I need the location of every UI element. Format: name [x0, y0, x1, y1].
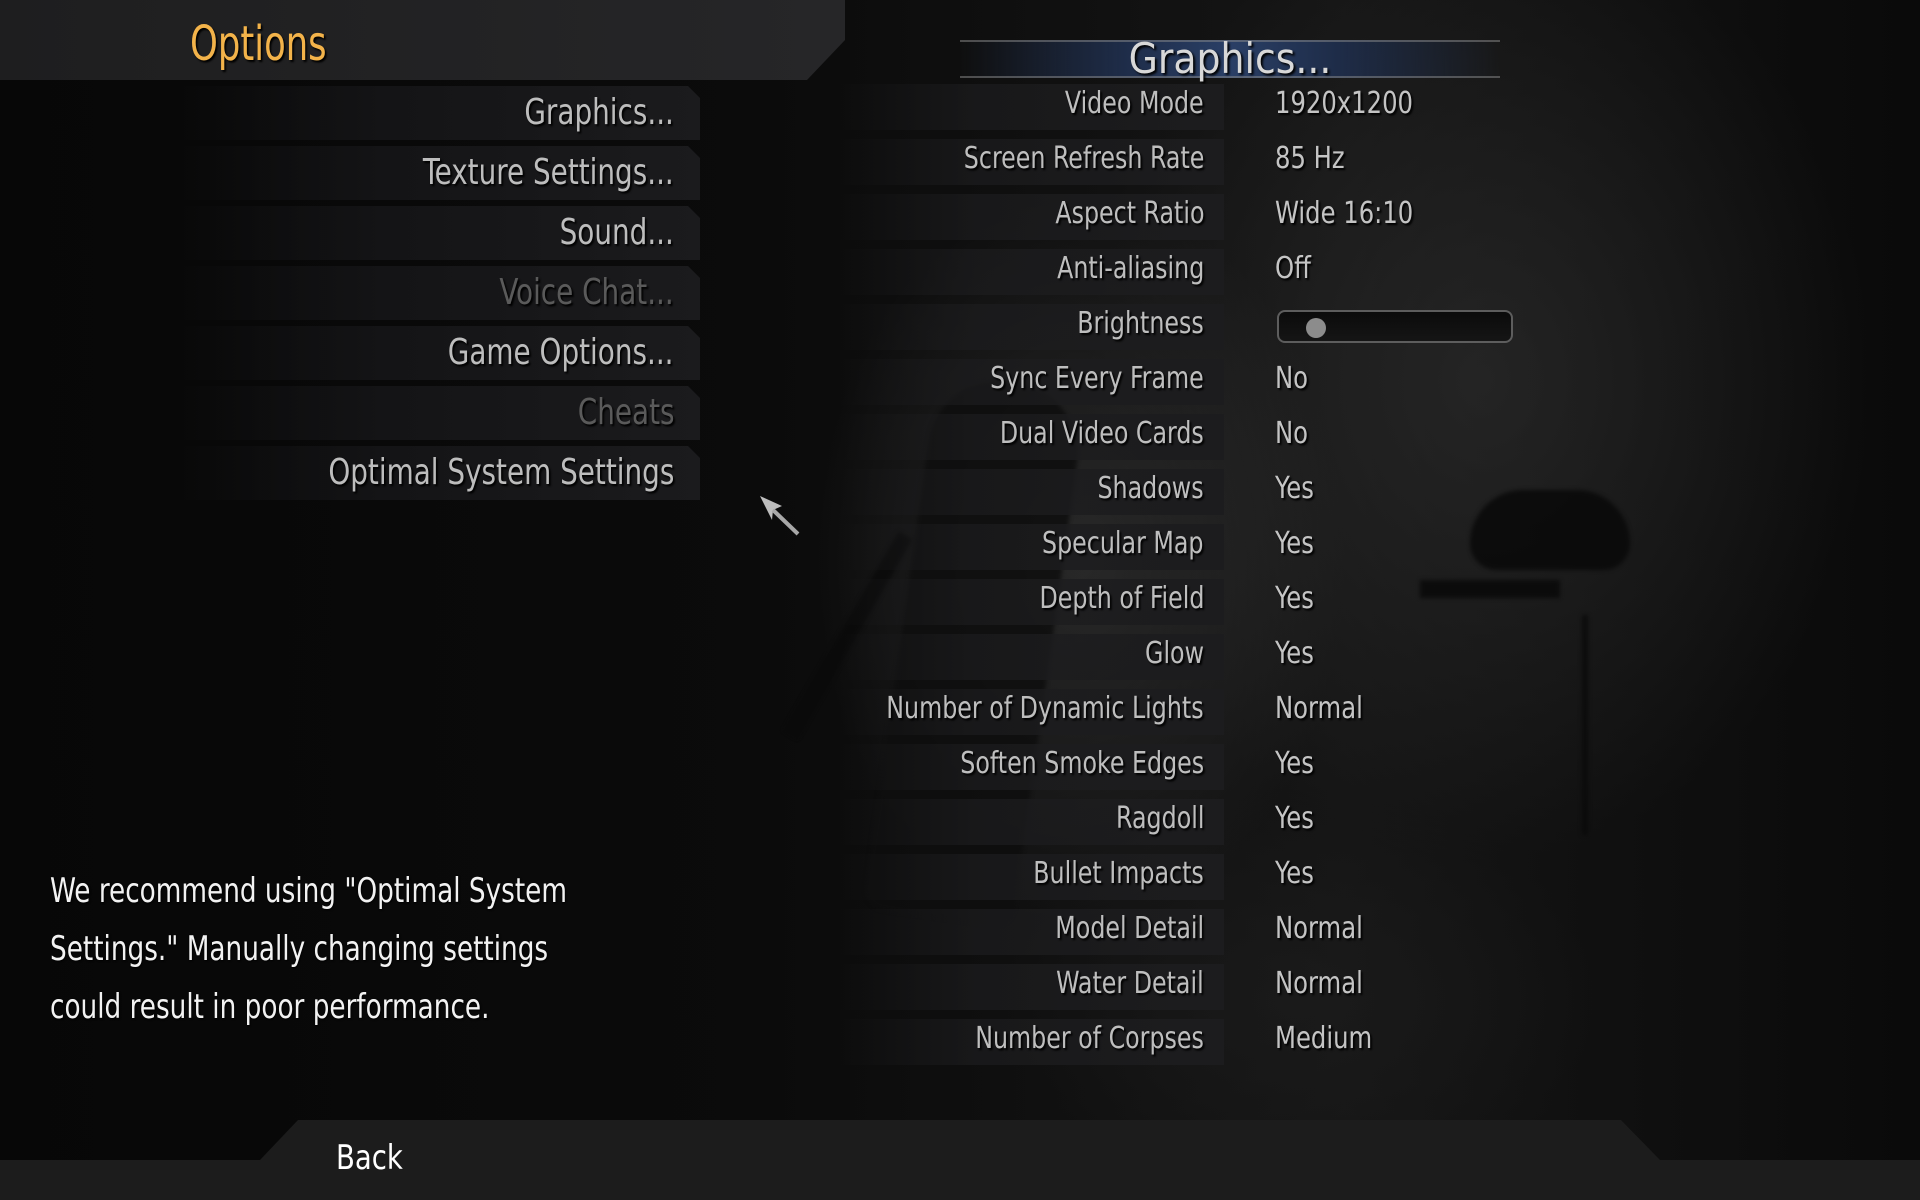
- setting-value[interactable]: Medium: [1275, 1021, 1372, 1056]
- setting-row-sync-every-frame[interactable]: Sync Every Frame No: [0, 355, 1920, 410]
- setting-row-number-of-dynamic-lights[interactable]: Number of Dynamic Lights Normal: [0, 685, 1920, 740]
- setting-label: Depth of Field: [1039, 581, 1204, 616]
- setting-value[interactable]: Normal: [1275, 691, 1363, 726]
- header-panel: [0, 0, 845, 80]
- setting-row-depth-of-field[interactable]: Depth of Field Yes: [0, 575, 1920, 630]
- setting-value[interactable]: Off: [1275, 251, 1311, 286]
- setting-row-video-mode[interactable]: Video Mode 1920x1200: [0, 80, 1920, 135]
- setting-label: Water Detail: [1056, 966, 1204, 1001]
- back-button[interactable]: Back: [336, 1138, 403, 1178]
- setting-label: Aspect Ratio: [1054, 196, 1204, 231]
- setting-label: Video Mode: [1065, 86, 1204, 121]
- setting-value[interactable]: No: [1275, 361, 1308, 396]
- settings-list: Video Mode 1920x1200 Screen Refresh Rate 85…: [0, 80, 1920, 1070]
- setting-label: Bullet Impacts: [1033, 856, 1204, 891]
- setting-value[interactable]: Normal: [1275, 966, 1363, 1001]
- bottom-bar: [0, 1120, 1920, 1200]
- section-title: Graphics...: [1128, 34, 1332, 83]
- setting-row-number-of-corpses[interactable]: Number of Corpses Medium: [0, 1015, 1920, 1070]
- slider-knob[interactable]: [1305, 318, 1326, 338]
- setting-value[interactable]: Yes: [1275, 746, 1314, 781]
- section-header: Graphics...: [960, 34, 1500, 83]
- setting-label: Ragdoll: [1115, 801, 1204, 836]
- setting-row-anti-aliasing[interactable]: Anti-aliasing Off: [0, 245, 1920, 300]
- setting-row-glow[interactable]: Glow Yes: [0, 630, 1920, 685]
- setting-row-model-detail[interactable]: Model Detail Normal: [0, 905, 1920, 960]
- setting-value[interactable]: Yes: [1275, 471, 1314, 506]
- setting-label: Number of Corpses: [975, 1021, 1204, 1056]
- setting-label: Model Detail: [1055, 911, 1204, 946]
- setting-label: Anti-aliasing: [1056, 251, 1204, 286]
- setting-label: Number of Dynamic Lights: [886, 691, 1204, 726]
- setting-row-brightness[interactable]: Brightness: [0, 300, 1920, 355]
- brightness-slider[interactable]: [1277, 310, 1513, 343]
- setting-value[interactable]: 85 Hz: [1275, 141, 1345, 176]
- setting-row-ragdoll[interactable]: Ragdoll Yes: [0, 795, 1920, 850]
- setting-row-soften-smoke-edges[interactable]: Soften Smoke Edges Yes: [0, 740, 1920, 795]
- setting-value[interactable]: Yes: [1275, 581, 1314, 616]
- setting-label: Sync Every Frame: [990, 361, 1204, 396]
- setting-row-aspect-ratio[interactable]: Aspect Ratio Wide 16:10: [0, 190, 1920, 245]
- setting-row-specular-map[interactable]: Specular Map Yes: [0, 520, 1920, 575]
- setting-row-dual-video-cards[interactable]: Dual Video Cards No: [0, 410, 1920, 465]
- setting-row-water-detail[interactable]: Water Detail Normal: [0, 960, 1920, 1015]
- setting-value[interactable]: No: [1275, 416, 1308, 451]
- setting-row-shadows[interactable]: Shadows Yes: [0, 465, 1920, 520]
- setting-value[interactable]: Yes: [1275, 856, 1314, 891]
- page-title: Options: [190, 16, 327, 72]
- setting-label: Specular Map: [1042, 526, 1204, 561]
- setting-label: Soften Smoke Edges: [960, 746, 1204, 781]
- setting-label: Brightness: [1077, 306, 1204, 341]
- setting-value[interactable]: Yes: [1275, 636, 1314, 671]
- setting-label: Shadows: [1097, 471, 1204, 506]
- setting-value[interactable]: Yes: [1275, 526, 1314, 561]
- setting-value[interactable]: Yes: [1275, 801, 1314, 836]
- setting-value[interactable]: Wide 16:10: [1275, 196, 1413, 231]
- setting-label: Dual Video Cards: [1000, 416, 1204, 451]
- setting-label: Screen Refresh Rate: [963, 141, 1204, 176]
- setting-row-bullet-impacts[interactable]: Bullet Impacts Yes: [0, 850, 1920, 905]
- setting-row-screen-refresh-rate[interactable]: Screen Refresh Rate 85 Hz: [0, 135, 1920, 190]
- setting-value[interactable]: Normal: [1275, 911, 1363, 946]
- setting-value[interactable]: 1920x1200: [1275, 86, 1413, 121]
- setting-label: Glow: [1145, 636, 1204, 671]
